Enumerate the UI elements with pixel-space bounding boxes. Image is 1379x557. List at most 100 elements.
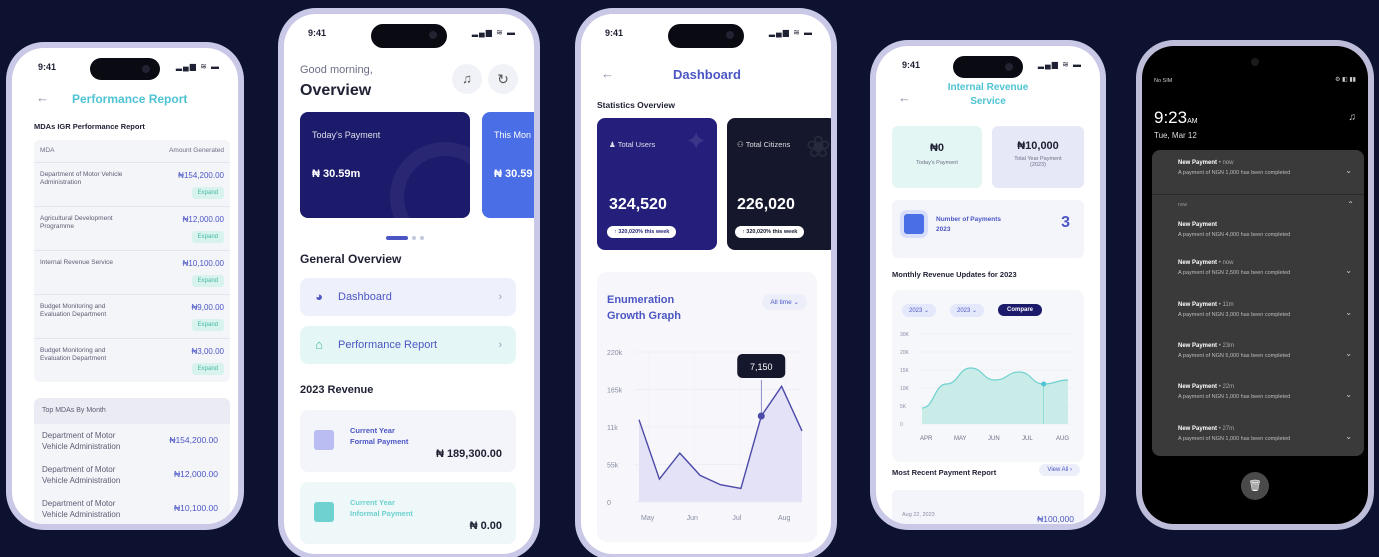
carousel-dot[interactable] xyxy=(412,236,416,240)
top-mdas-table: Top MDAs By Month Department of Motor Ve… xyxy=(34,398,230,524)
greeting: Good morning, xyxy=(300,64,373,76)
rev-label: Informal Payment xyxy=(350,509,413,518)
table-header: MDA Amount Generated xyxy=(34,140,230,162)
page-title-line1: Internal Revenue xyxy=(947,82,1029,93)
informal-payment-card[interactable]: Current Year Informal Payment ₦ 0.00 xyxy=(300,482,516,544)
view-all-button[interactable]: View All › xyxy=(1039,464,1080,476)
back-arrow-icon[interactable]: ← xyxy=(36,90,49,105)
chevron-down-icon[interactable]: ⌄ xyxy=(1345,432,1352,441)
monthly-chart-card: 2023 ⌄ 2023 ⌄ Compare 30K 20K 15K 10K 5K 0 APR… xyxy=(892,290,1084,462)
row-name: Internal Revenue Service xyxy=(40,259,113,266)
notif-ago: • 27m xyxy=(1218,426,1235,432)
page-title: Dashboard xyxy=(673,67,741,82)
phone-overview: 9:41 ▂▄▆ ≋ ▬ Good morning, Overview ♫ ↻ … xyxy=(278,8,540,557)
y-tick-label: 165k xyxy=(607,388,623,395)
notification-item[interactable]: New Payment • 23m A payment of NGN 5,000… xyxy=(1178,343,1356,383)
notification-item[interactable]: New Payment • 11m A payment of NGN 3,000… xyxy=(1178,302,1356,342)
data-point xyxy=(757,412,765,420)
chevron-right-icon: › xyxy=(498,339,502,351)
section-title: MDAs IGR Performance Report xyxy=(34,122,145,131)
todays-payment-card[interactable]: Today's Payment ₦ 30.59m xyxy=(300,112,470,218)
nav-performance-report[interactable]: ⌂ Performance Report › xyxy=(300,326,516,364)
chevron-down-icon[interactable]: ⌄ xyxy=(1345,266,1352,275)
phone-lockscreen: No SIM ⚙ ◧ ▮▮ 9:23AM Tue, Mar 12 ♫ New P… xyxy=(1136,40,1374,530)
notif-title-text: New Payment xyxy=(1178,222,1218,228)
carousel-dot-active[interactable] xyxy=(386,236,408,240)
notification-item[interactable]: New Payment A payment of NGN 4,000 has b… xyxy=(1178,222,1356,262)
decoration-icon: ❀ xyxy=(805,131,831,164)
time-filter-label: All time xyxy=(770,299,792,306)
y-tick-label: 30K xyxy=(900,332,910,338)
table-row: Department of Motor Vehicle Administrati… xyxy=(34,492,230,524)
chevron-right-icon: › xyxy=(498,291,502,303)
table-row: Department of Motor Vehicle Administrati… xyxy=(34,458,230,492)
row-amount: ₦154,200.00 xyxy=(169,435,218,445)
notif-desc: A payment of NGN 5,000 has been complete… xyxy=(1178,353,1291,359)
y-tick-label: 11k xyxy=(607,425,618,432)
total-citizens-card[interactable]: ❀ ⚇ Total Citizens 226,020 ↑ 320,020% th… xyxy=(727,118,831,250)
row-amount: ₦3,00.00 xyxy=(191,347,224,356)
refresh-icon[interactable]: ↻ xyxy=(488,64,518,94)
notif-title-text: New Payment xyxy=(1178,260,1218,266)
year-filter-1[interactable]: 2023 ⌄ xyxy=(902,304,937,317)
y-tick-label: 10K xyxy=(900,386,910,392)
notification-item[interactable]: New Payment • 27m A payment of NGN 1,000… xyxy=(1178,426,1356,466)
screen: 9:41 ▂▄▆ ≋ ▬ ← Dashboard Statistics Over… xyxy=(581,14,831,554)
carousel-dot[interactable] xyxy=(420,236,424,240)
row-amount: ₦12,000.00 xyxy=(182,215,224,224)
card-label: Today's Payment xyxy=(312,130,381,140)
notification-item[interactable]: New Payment • 22m A payment of NGN 1,000… xyxy=(1178,384,1356,424)
status-icons: ▂▄▆ ≋ ▬ xyxy=(471,28,516,37)
carrier: No SIM xyxy=(1154,78,1173,84)
compare-button[interactable]: Compare xyxy=(998,304,1043,316)
row-name: Budget Monitoring and Evaluation Departm… xyxy=(40,347,107,362)
x-tick-label: JUL xyxy=(1022,436,1033,442)
page-title: Performance Report xyxy=(72,92,188,106)
expand-button[interactable]: Expand xyxy=(191,319,224,331)
notif-ago: • now xyxy=(1218,260,1234,266)
year-filter-2[interactable]: 2023 ⌄ xyxy=(950,304,985,317)
bell-icon[interactable]: ♫ xyxy=(452,64,482,94)
formal-payment-card[interactable]: Current Year Formal Payment ₦ 189,300.00 xyxy=(300,410,516,472)
screen: 9:41 ▂▄▆ ≋ ▬ ← Internal Revenue Service … xyxy=(876,46,1100,524)
row-name: Budget Monitoring and Evaluation Departm… xyxy=(40,303,107,318)
group-header: now xyxy=(1178,202,1188,208)
chevron-down-icon[interactable]: ⌄ xyxy=(1345,166,1352,175)
notif-title-text: New Payment xyxy=(1178,302,1218,308)
expand-button[interactable]: Expand xyxy=(191,231,224,243)
x-tick-label: May xyxy=(641,515,655,522)
stat-label: ⚇ Total Citizens xyxy=(737,140,790,149)
rev-label: Formal Payment xyxy=(350,437,409,446)
expand-button[interactable]: Expand xyxy=(191,363,224,375)
expand-button[interactable]: Expand xyxy=(191,187,224,199)
pie-chart-icon: ◕ xyxy=(315,289,323,304)
notif-title: New Payment xyxy=(1178,222,1356,228)
notif-ago: • 11m xyxy=(1218,302,1234,308)
notification-item[interactable]: New Payment • now A payment of NGN 2,500… xyxy=(1178,260,1356,300)
x-tick-label: Jul xyxy=(732,515,741,522)
chevron-down-icon[interactable]: ⌄ xyxy=(1345,349,1352,358)
back-arrow-icon[interactable]: ← xyxy=(601,66,614,81)
stats-title: Statistics Overview xyxy=(597,100,675,110)
chevron-up-icon[interactable]: ⌃ xyxy=(1347,200,1354,209)
time-filter-dropdown[interactable]: All time ⌄ xyxy=(762,294,807,310)
recent-payment-row[interactable]: Aug 22, 2023 ₦100,000 xyxy=(892,490,1084,524)
count-label: Number of Payments xyxy=(936,216,1002,223)
total-users-card[interactable]: ✦ ♟ Total Users 324,520 ↑ 320,020% this … xyxy=(597,118,717,250)
stat-label-text: Total Users xyxy=(617,140,656,149)
monthly-payment-card[interactable]: This Mon ₦ 30.59 xyxy=(482,112,534,218)
y-tick-label: 0 xyxy=(900,422,903,428)
notif-ago: • 23m xyxy=(1218,343,1235,349)
nav-dashboard[interactable]: ◕ Dashboard › xyxy=(300,278,516,316)
status-time: 9:41 xyxy=(308,28,327,38)
expand-button[interactable]: Expand xyxy=(191,275,224,287)
status-time: 9:41 xyxy=(605,28,624,38)
chevron-down-icon[interactable]: ⌄ xyxy=(1345,390,1352,399)
clear-all-trash-icon[interactable]: 🗑 xyxy=(1241,472,1269,500)
chevron-down-icon[interactable]: ⌄ xyxy=(1345,308,1352,317)
lock-date: Tue, Mar 12 xyxy=(1154,131,1197,140)
chevron-down-icon: ⌄ xyxy=(793,299,799,306)
rev-label: Current Year xyxy=(350,426,395,435)
y-tick-label: 55k xyxy=(607,463,619,470)
bell-icon[interactable]: ♫ xyxy=(1349,112,1357,123)
